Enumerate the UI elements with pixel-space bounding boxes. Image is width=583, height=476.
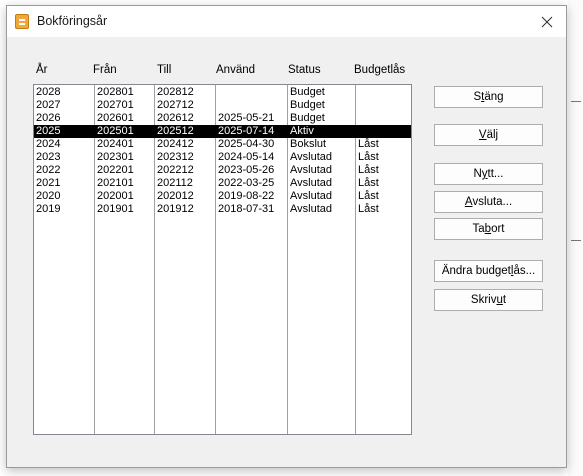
skriv-ut-button[interactable]: Skriv ut bbox=[434, 289, 543, 311]
year-cell: 2027 bbox=[36, 99, 61, 111]
year-cell: 2022 bbox=[36, 164, 61, 176]
table-row[interactable]: 2024 202401 202412 2025-04-30 Bokslut Låst bbox=[34, 138, 411, 151]
status-cell: Avslutad bbox=[290, 164, 332, 176]
status-cell: Budget bbox=[290, 99, 325, 111]
table-row[interactable]: 2023 202301 202312 2024-05-14 Avslutad Låst bbox=[34, 151, 411, 164]
to-cell: 202012 bbox=[157, 190, 194, 202]
status-cell: Avslutad bbox=[290, 203, 332, 215]
used-header: Använd bbox=[216, 64, 256, 76]
to-cell: 202512 bbox=[157, 125, 194, 137]
to-cell: 202812 bbox=[157, 86, 194, 98]
budget-lock-cell: Låst bbox=[358, 138, 379, 150]
background-window-edge bbox=[568, 0, 583, 476]
to-cell: 202312 bbox=[157, 151, 194, 163]
table-row[interactable]: 2028 202801 202812 Budget bbox=[34, 86, 411, 99]
to-cell: 202112 bbox=[157, 177, 193, 189]
from-cell: 202601 bbox=[97, 112, 134, 124]
nytt-button[interactable]: Ny tt... bbox=[434, 163, 543, 185]
year-cell: 2024 bbox=[36, 138, 61, 150]
from-header: Från bbox=[93, 64, 117, 76]
used-cell: 2025-05-21 bbox=[218, 112, 275, 124]
to-cell: 202712 bbox=[157, 99, 194, 111]
from-cell: 202201 bbox=[97, 164, 134, 176]
table-row[interactable]: 2026 202601 202612 2025-05-21 Budget bbox=[34, 112, 411, 125]
used-cell: 2025-07-14 bbox=[218, 125, 275, 137]
status-cell: Avslutad bbox=[290, 177, 332, 189]
year-cell: 2020 bbox=[36, 190, 61, 202]
status-cell: Budget bbox=[290, 112, 325, 124]
budget-lock-cell: Låst bbox=[358, 151, 379, 163]
year-header: År bbox=[36, 64, 48, 76]
year-cell: 2023 bbox=[36, 151, 61, 163]
close-button[interactable] bbox=[528, 6, 566, 37]
year-cell: 2021 bbox=[36, 177, 61, 189]
to-cell: 201912 bbox=[157, 203, 194, 215]
avsluta-button[interactable]: Avsluta... bbox=[434, 191, 543, 213]
year-cell: 2019 bbox=[36, 203, 61, 215]
status-cell: Budget bbox=[290, 86, 325, 98]
used-cell: 2023-05-26 bbox=[218, 164, 275, 176]
valj-button[interactable]: Välj bbox=[434, 124, 543, 146]
from-cell: 202801 bbox=[97, 86, 134, 98]
table-row[interactable]: 2022 202201 202212 2023-05-26 Avslutad Låst bbox=[34, 164, 411, 177]
from-cell: 201901 bbox=[97, 203, 134, 215]
fiscal-year-list[interactable]: 2028 202801 202812 Budget 2027 202701 202712 Bu… bbox=[33, 84, 412, 435]
status-cell: Avslutad bbox=[290, 151, 332, 163]
andra-budgetlas-button[interactable]: Ändra budget l ås... bbox=[434, 260, 543, 282]
dialog-title: Bokföringsår bbox=[37, 14, 108, 28]
ledger-app-icon bbox=[15, 14, 29, 29]
table-row[interactable]: 2025 202501 202512 2025-07-14 Aktiv bbox=[34, 125, 411, 138]
table-row[interactable]: 2021 202101 202112 2022-03-25 Avslutad Låst bbox=[34, 177, 411, 190]
from-cell: 202001 bbox=[97, 190, 134, 202]
dialog-window: Bokföringsår 2028 202801 202812 Budget 2027 2… bbox=[6, 5, 567, 468]
budget-lock-header: Budgetlås bbox=[354, 64, 406, 76]
to-header: Till bbox=[157, 64, 172, 76]
year-cell: 2026 bbox=[36, 112, 61, 124]
table-row[interactable]: 2027 202701 202712 Budget bbox=[34, 99, 411, 112]
status-cell: Bokslut bbox=[290, 138, 327, 150]
year-cell: 2025 bbox=[36, 125, 61, 137]
status-header: Status bbox=[288, 64, 321, 76]
budget-lock-cell: Låst bbox=[358, 164, 379, 176]
from-cell: 202401 bbox=[97, 138, 134, 150]
used-cell: 2022-03-25 bbox=[218, 177, 275, 189]
table-row[interactable]: 2020 202001 202012 2019-08-22 Avslutad Låst bbox=[34, 190, 411, 203]
budget-lock-cell: Låst bbox=[358, 203, 379, 215]
from-cell: 202701 bbox=[97, 99, 134, 111]
stang-button[interactable]: St äng bbox=[434, 86, 543, 108]
status-cell: Aktiv bbox=[290, 125, 314, 137]
from-cell: 202101 bbox=[97, 177, 134, 189]
budget-lock-cell: Låst bbox=[358, 177, 379, 189]
ta-bort-button[interactable]: Ta b ort bbox=[434, 218, 543, 240]
used-cell: 2018-07-31 bbox=[218, 203, 275, 215]
year-cell: 2028 bbox=[36, 86, 61, 98]
to-cell: 202612 bbox=[157, 112, 194, 124]
used-cell: 2019-08-22 bbox=[218, 190, 275, 202]
status-cell: Avslutad bbox=[290, 190, 332, 202]
budget-lock-cell: Låst bbox=[358, 190, 379, 202]
used-cell: 2024-05-14 bbox=[218, 151, 275, 163]
title-bar: Bokföringsår bbox=[7, 6, 566, 37]
to-cell: 202212 bbox=[157, 164, 194, 176]
from-cell: 202301 bbox=[97, 151, 134, 163]
to-cell: 202412 bbox=[157, 138, 194, 150]
close-icon bbox=[541, 16, 553, 27]
from-cell: 202501 bbox=[97, 125, 134, 137]
used-cell: 2025-04-30 bbox=[218, 138, 275, 150]
table-row[interactable]: 2019 201901 201912 2018-07-31 Avslutad Låst bbox=[34, 203, 411, 216]
